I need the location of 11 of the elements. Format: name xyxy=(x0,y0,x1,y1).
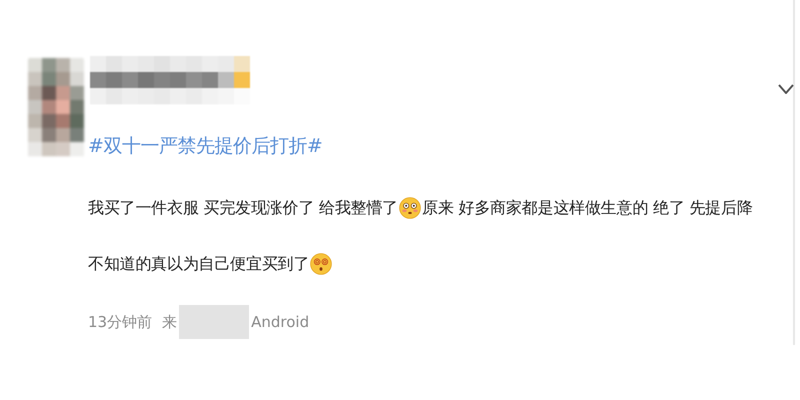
dizzy-face-icon xyxy=(310,253,332,275)
hashtag-link[interactable]: #双十一严禁先提价后打折# xyxy=(88,133,753,159)
post-time: 13分钟前 xyxy=(88,312,152,332)
blurred-source xyxy=(179,305,250,339)
source-label: 来 xyxy=(162,312,178,332)
post-text: 我买了一件衣服 买完发现涨价了 给我整懵了 xyxy=(88,198,398,218)
device-label: Android xyxy=(251,313,310,331)
chevron-down-icon[interactable] xyxy=(778,84,794,94)
post-text: 不知道的真以为自己便宜买到了 xyxy=(88,254,310,274)
post-text: 原来 好多商家都是这样做生意的 绝了 先提后降 xyxy=(422,198,753,218)
flushed-face-icon xyxy=(398,197,421,219)
